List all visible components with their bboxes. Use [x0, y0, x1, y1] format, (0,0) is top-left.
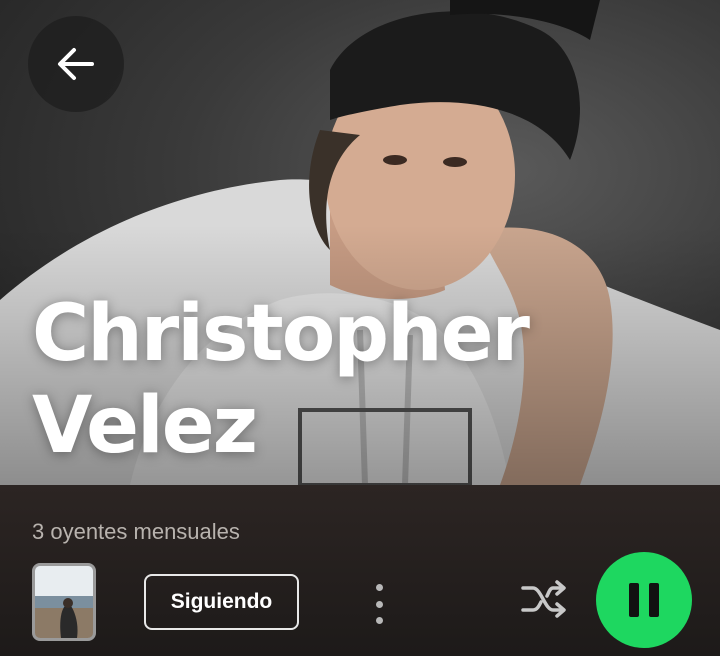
arrow-left-icon [58, 48, 94, 80]
album-cover-image [35, 566, 93, 638]
artist-name: Christopher Velez [32, 288, 672, 472]
artist-name-line1: Christopher [32, 289, 530, 379]
more-vertical-icon [375, 584, 383, 591]
pause-icon-bar [649, 583, 659, 617]
back-button[interactable] [28, 16, 124, 112]
artist-name-line2: Velez [32, 381, 258, 471]
monthly-listeners: 3 oyentes mensuales [32, 519, 240, 544]
artist-header: Christopher Velez [0, 0, 720, 485]
following-button[interactable]: Siguiendo [144, 574, 299, 630]
album-thumbnail[interactable] [32, 563, 96, 641]
pause-icon [629, 583, 639, 617]
shuffle-icon [521, 580, 566, 618]
shuffle-button[interactable] [516, 575, 572, 623]
artist-actions-bar: 3 oyentes mensuales Siguiendo [0, 485, 720, 656]
more-options-button[interactable] [360, 580, 398, 628]
more-dot [375, 600, 383, 608]
pause-button[interactable] [596, 552, 692, 648]
more-dot [375, 617, 383, 624]
